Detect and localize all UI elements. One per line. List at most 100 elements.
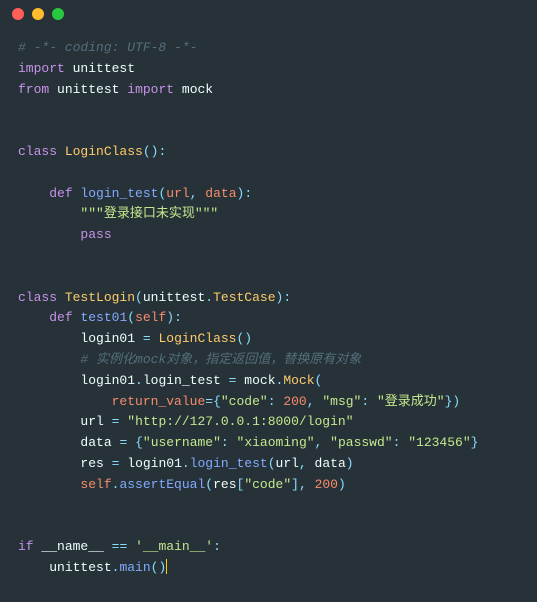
class-name: LoginClass	[65, 144, 143, 159]
module-mock: mock	[244, 373, 275, 388]
dot: .	[182, 456, 190, 471]
op-eq: ==	[112, 539, 128, 554]
string-main: '__main__'	[135, 539, 213, 554]
param-data: data	[205, 186, 236, 201]
paren-open: (	[135, 290, 143, 305]
colon: :	[361, 394, 369, 409]
cursor-icon	[166, 559, 167, 574]
var-url: url	[80, 414, 103, 429]
module-unittest: unittest	[49, 560, 111, 575]
method-call: login_test	[190, 456, 268, 471]
function-name: login_test	[80, 186, 158, 201]
param-url: url	[166, 186, 189, 201]
comma: ,	[190, 186, 198, 201]
paren-close: )	[158, 560, 166, 575]
var-data: data	[80, 435, 111, 450]
keyword-from: from	[18, 82, 49, 97]
dict-key: "passwd"	[330, 435, 392, 450]
assign: =	[112, 414, 120, 429]
keyword-import: import	[127, 82, 174, 97]
docstring: """登录接口未实现"""	[80, 206, 218, 221]
code-area[interactable]: # -*- coding: UTF-8 -*- import unittest …	[0, 28, 537, 589]
assign: =	[119, 435, 127, 450]
minimize-icon[interactable]	[32, 8, 44, 20]
index-key: "code"	[244, 477, 291, 492]
maximize-icon[interactable]	[52, 8, 64, 20]
dict-value: "xiaoming"	[237, 435, 315, 450]
var-login01: login01	[127, 456, 182, 471]
brace-open: {	[135, 435, 143, 450]
colon: :	[174, 310, 182, 325]
param-self: self	[135, 310, 166, 325]
comment-line: # -*- coding: UTF-8 -*-	[18, 40, 197, 55]
self-ref: self	[80, 477, 111, 492]
number: 200	[283, 394, 306, 409]
paren-close: )	[338, 477, 346, 492]
paren-open: (	[143, 144, 151, 159]
method-asserteq: assertEqual	[119, 477, 205, 492]
brace-open: {	[213, 394, 221, 409]
colon: :	[221, 435, 229, 450]
keyword-def: def	[49, 310, 72, 325]
keyword-class: class	[18, 290, 57, 305]
arg-data: data	[315, 456, 346, 471]
paren-close: )	[452, 394, 460, 409]
assign: =	[229, 373, 237, 388]
paren-open: (	[205, 477, 213, 492]
dunder-name: __name__	[41, 539, 103, 554]
editor-window: # -*- coding: UTF-8 -*- import unittest …	[0, 0, 537, 602]
var-res: res	[80, 456, 103, 471]
colon: :	[213, 539, 221, 554]
var-res: res	[213, 477, 236, 492]
class-call: LoginClass	[158, 331, 236, 346]
keyword-class: class	[18, 144, 57, 159]
colon: :	[158, 144, 166, 159]
dict-value: "123456"	[408, 435, 470, 450]
attr-login-test: login_test	[143, 373, 221, 388]
paren-open: (	[127, 310, 135, 325]
colon: :	[283, 290, 291, 305]
comma: ,	[299, 456, 307, 471]
kwarg-return-value: return_value	[112, 394, 206, 409]
close-icon[interactable]	[12, 8, 24, 20]
comma: ,	[299, 477, 307, 492]
assign: =	[205, 394, 213, 409]
comment-line: # 实例化mock对象，指定返回值，替换原有对象	[80, 352, 361, 367]
dict-key: "msg"	[322, 394, 361, 409]
module-unittest: unittest	[57, 82, 119, 97]
dict-key: "code"	[221, 394, 268, 409]
var-login01: login01	[80, 373, 135, 388]
paren-close: )	[346, 456, 354, 471]
arg-url: url	[276, 456, 299, 471]
colon: :	[268, 394, 276, 409]
keyword-pass: pass	[80, 227, 111, 242]
colon: :	[244, 186, 252, 201]
comma: ,	[315, 435, 323, 450]
dict-key: "username"	[143, 435, 221, 450]
dot: .	[135, 373, 143, 388]
keyword-if: if	[18, 539, 34, 554]
module-mock: mock	[182, 82, 213, 97]
bracket-close: ]	[291, 477, 299, 492]
comma: ,	[307, 394, 315, 409]
string-url: "http://127.0.0.1:8000/login"	[127, 414, 353, 429]
dot: .	[205, 290, 213, 305]
module-unittest: unittest	[73, 61, 135, 76]
brace-close: }	[471, 435, 479, 450]
assign: =	[112, 456, 120, 471]
dict-value: "登录成功"	[377, 394, 445, 409]
class-name: TestLogin	[65, 290, 135, 305]
titlebar	[0, 0, 537, 28]
var-login01: login01	[80, 331, 135, 346]
paren-close: )	[244, 331, 252, 346]
base-class: TestCase	[213, 290, 275, 305]
colon: :	[393, 435, 401, 450]
assign: =	[143, 331, 151, 346]
paren-close: )	[166, 310, 174, 325]
function-name: test01	[80, 310, 127, 325]
keyword-def: def	[49, 186, 72, 201]
function-main: main	[119, 560, 150, 575]
keyword-import: import	[18, 61, 65, 76]
base-module: unittest	[143, 290, 205, 305]
class-mock: Mock	[283, 373, 314, 388]
